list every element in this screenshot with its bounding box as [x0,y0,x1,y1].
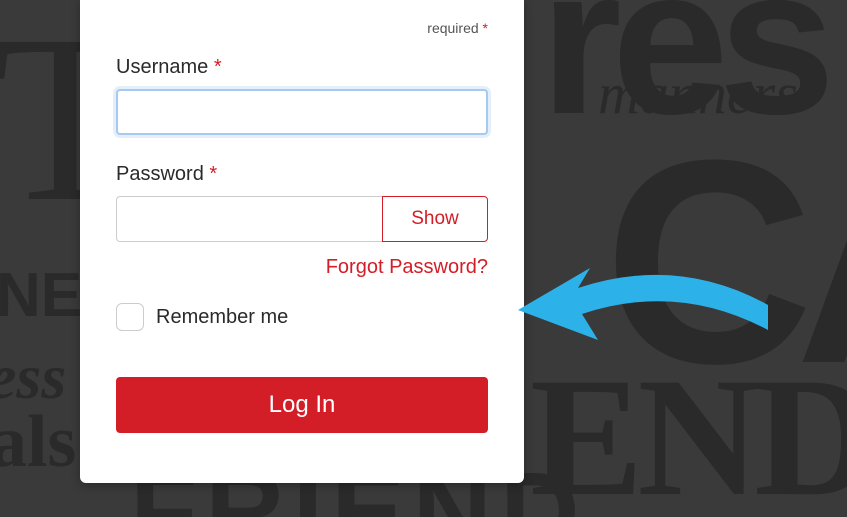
forgot-password-link[interactable]: Forgot Password? [116,256,488,279]
password-input[interactable] [116,196,382,242]
remember-checkbox[interactable] [116,303,144,331]
login-card: required * Username * Password * Show Fo… [80,0,524,483]
required-text: required [427,20,478,36]
required-asterisk: * [209,163,217,185]
bg-word: NE [0,260,82,331]
required-asterisk: * [214,56,222,78]
remember-row: Remember me [116,303,488,331]
password-label: Password * [116,163,488,186]
login-button[interactable]: Log In [116,377,488,433]
username-label: Username * [116,56,488,79]
bg-word: als [0,400,76,485]
show-password-button[interactable]: Show [382,196,488,242]
password-row: Show [116,196,488,242]
required-asterisk: * [483,20,488,36]
required-note: required * [116,20,488,36]
remember-label: Remember me [156,306,288,329]
username-input[interactable] [116,89,488,135]
